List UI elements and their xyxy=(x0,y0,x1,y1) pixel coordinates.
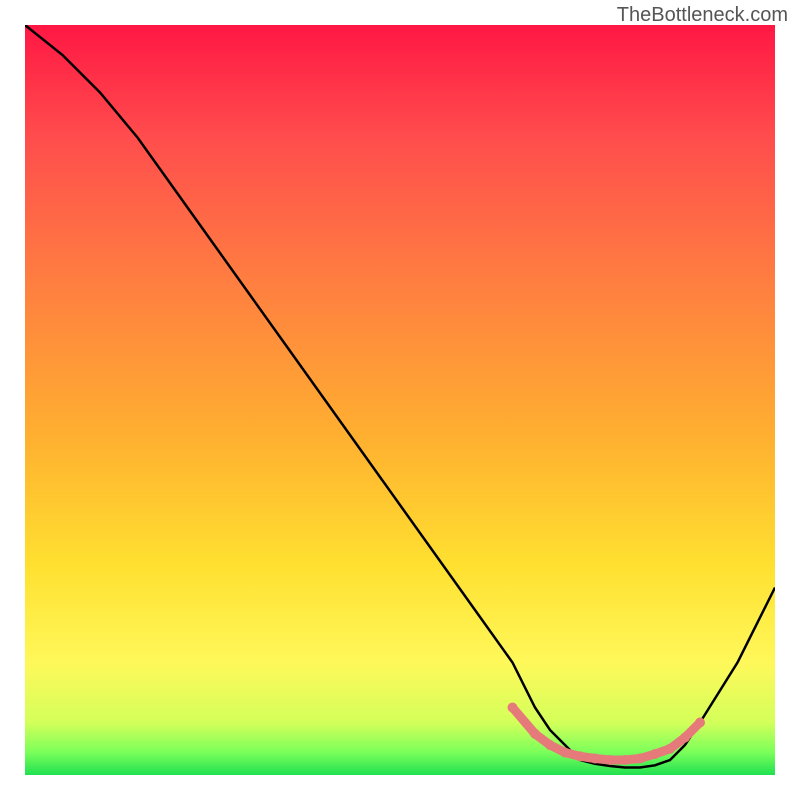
highlight-point xyxy=(508,703,518,713)
highlight-point xyxy=(665,744,675,754)
highlight-point xyxy=(575,751,585,761)
highlight-point xyxy=(620,755,630,765)
highlight-point xyxy=(605,755,615,765)
watermark-text: TheBottleneck.com xyxy=(617,4,788,27)
chart-svg xyxy=(25,25,775,775)
highlight-point xyxy=(530,729,540,739)
highlight-point xyxy=(650,749,660,759)
highlight-point xyxy=(680,733,690,743)
highlight-point xyxy=(545,740,555,750)
highlight-point xyxy=(695,718,705,728)
highlight-point xyxy=(560,748,570,758)
highlight-point xyxy=(635,754,645,764)
highlight-point xyxy=(590,754,600,764)
chart-plot-area xyxy=(25,25,775,775)
